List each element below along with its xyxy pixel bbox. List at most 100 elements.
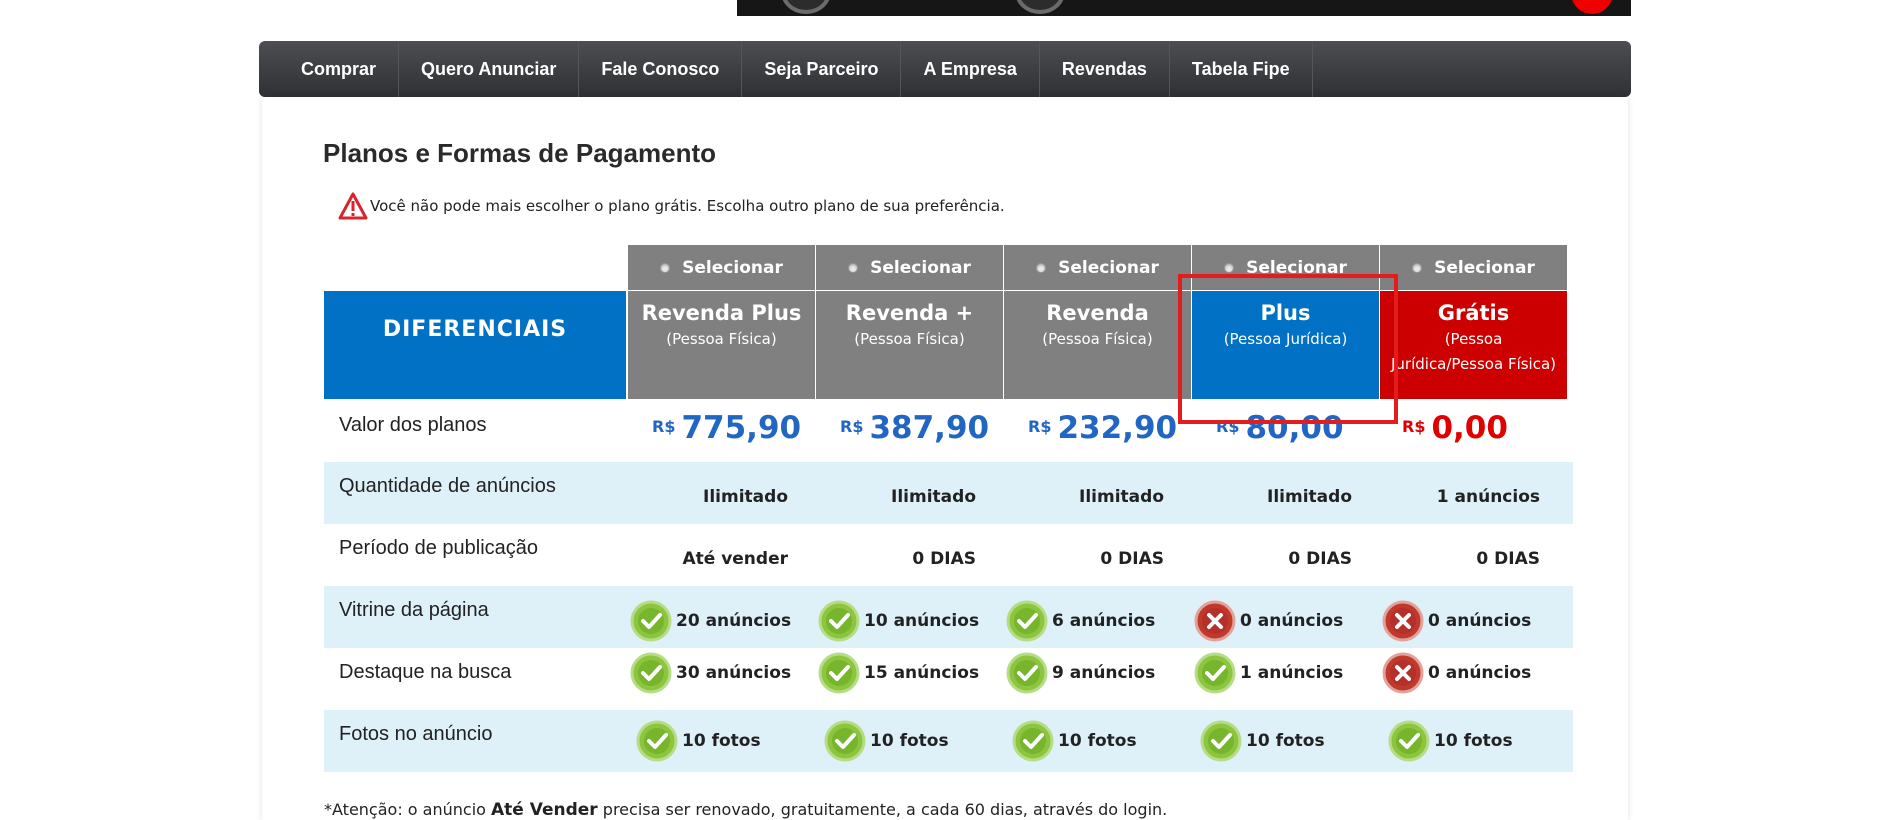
select-label: Selecionar xyxy=(870,257,971,278)
nav-seja-parceiro[interactable]: Seja Parceiro xyxy=(742,41,902,97)
cell-quantidade: 1 anúncios xyxy=(1436,487,1540,507)
check-icon xyxy=(818,652,860,694)
cell-text: 0 anúncios xyxy=(1428,663,1532,683)
cell-periodo: 0 DIAS xyxy=(1288,549,1352,569)
cell-quantidade: Ilimitado xyxy=(703,487,788,507)
cell-text: 0 anúncios xyxy=(1428,611,1532,631)
cell-text: 10 fotos xyxy=(1246,731,1325,751)
select-label: Selecionar xyxy=(1434,257,1535,278)
check-icon xyxy=(818,600,860,642)
check-icon xyxy=(1194,652,1236,694)
plan-name: Revenda + xyxy=(845,301,974,325)
plan-subtitle: (Pessoa Física) xyxy=(854,330,965,348)
plan-name: Revenda xyxy=(1046,301,1149,325)
cross-icon xyxy=(1382,600,1424,642)
top-banner-ad[interactable] xyxy=(737,0,1631,16)
cell-text: 10 fotos xyxy=(1434,731,1513,751)
check-icon xyxy=(824,720,866,762)
wheel-graphic xyxy=(781,0,831,14)
cell-vitrine: 6 anúncios xyxy=(1006,600,1155,642)
plan-price: R$ 232,90 xyxy=(1028,410,1177,446)
main-nav: Comprar Quero Anunciar Fale Conosco Seja… xyxy=(259,41,1631,97)
select-plan-2[interactable]: Selecionar xyxy=(1004,245,1191,290)
cell-fotos: 10 fotos xyxy=(1200,720,1325,762)
currency-symbol: R$ xyxy=(1028,417,1052,436)
cell-destaque: 15 anúncios xyxy=(818,652,979,694)
check-icon xyxy=(1200,720,1242,762)
cell-text: 15 anúncios xyxy=(864,663,980,683)
cell-destaque: 9 anúncios xyxy=(1006,652,1155,694)
banner-badge xyxy=(1571,0,1613,14)
cell-destaque: 0 anúncios xyxy=(1382,652,1531,694)
cell-vitrine: 0 anúncios xyxy=(1382,600,1531,642)
plan-header-2: Revenda (Pessoa Física) xyxy=(1004,291,1191,399)
cell-fotos: 10 fotos xyxy=(636,720,761,762)
plan-price: R$ 775,90 xyxy=(652,410,801,446)
check-icon xyxy=(1006,600,1048,642)
cell-text: 9 anúncios xyxy=(1052,663,1156,683)
cell-text: 10 fotos xyxy=(682,731,761,751)
nav-a-empresa[interactable]: A Empresa xyxy=(901,41,1040,97)
check-icon xyxy=(636,720,678,762)
cell-text: 20 anúncios xyxy=(676,611,792,631)
radio-button[interactable] xyxy=(848,262,859,273)
cell-vitrine: 20 anúncios xyxy=(630,600,791,642)
nav-comprar[interactable]: Comprar xyxy=(279,41,400,97)
select-plan-0[interactable]: Selecionar xyxy=(628,245,815,290)
plan-subtitle: (Pessoa Física) xyxy=(666,330,777,348)
row-label-quantidade: Quantidade de anúncios xyxy=(339,475,556,497)
footnote: *Atenção: o anúncio Até Vender precisa s… xyxy=(324,800,1168,820)
wheel-graphic xyxy=(1015,0,1065,14)
cell-periodo: 0 DIAS xyxy=(1476,549,1540,569)
plan-header-0: Revenda Plus (Pessoa Física) xyxy=(628,291,815,399)
cell-vitrine: 0 anúncios xyxy=(1194,600,1343,642)
cell-destaque: 1 anúncios xyxy=(1194,652,1343,694)
currency-symbol: R$ xyxy=(652,417,676,436)
cross-icon xyxy=(1194,600,1236,642)
plan-subtitle: (Pessoa Física) xyxy=(1042,330,1153,348)
cell-destaque: 30 anúncios xyxy=(630,652,791,694)
check-icon xyxy=(1388,720,1430,762)
cell-text: 6 anúncios xyxy=(1052,611,1156,631)
nav-quero-anunciar[interactable]: Quero Anunciar xyxy=(399,41,580,97)
plan-price: R$ 387,90 xyxy=(840,410,989,446)
warning-icon xyxy=(338,192,368,220)
plan-header-1: Revenda + (Pessoa Física) xyxy=(816,291,1003,399)
cell-periodo: 0 DIAS xyxy=(912,549,976,569)
cell-fotos: 10 fotos xyxy=(1012,720,1137,762)
cell-text: 10 anúncios xyxy=(864,611,980,631)
select-label: Selecionar xyxy=(682,257,783,278)
row-label-destaque: Destaque na busca xyxy=(339,661,512,683)
cross-icon xyxy=(1382,652,1424,694)
nav-revendas[interactable]: Revendas xyxy=(1040,41,1170,97)
currency-symbol: R$ xyxy=(1402,417,1426,436)
row-label-valor: Valor dos planos xyxy=(339,414,487,436)
currency-symbol: R$ xyxy=(840,417,864,436)
nav-tabela-fipe[interactable]: Tabela Fipe xyxy=(1170,41,1313,97)
page-title: Planos e Formas de Pagamento xyxy=(323,138,717,168)
cell-fotos: 10 fotos xyxy=(824,720,949,762)
price-value: 775,90 xyxy=(681,410,802,446)
price-value: 232,90 xyxy=(1057,410,1178,446)
cell-periodo: Até vender xyxy=(682,549,788,569)
warning-message: Você não pode mais escolher o plano grát… xyxy=(338,192,1005,220)
check-icon xyxy=(630,652,672,694)
radio-button[interactable] xyxy=(1036,262,1047,273)
row-label-fotos: Fotos no anúncio xyxy=(339,723,493,745)
warning-text: Você não pode mais escolher o plano grát… xyxy=(370,197,1005,215)
radio-button[interactable] xyxy=(1412,262,1423,273)
differentials-header: DIFERENCIAIS xyxy=(324,291,626,399)
radio-button[interactable] xyxy=(660,262,671,273)
plan-name: Grátis xyxy=(1437,301,1510,325)
plan-name: Revenda Plus xyxy=(641,301,802,325)
cell-text: 10 fotos xyxy=(1058,731,1137,751)
nav-fale-conosco[interactable]: Fale Conosco xyxy=(579,41,743,97)
cell-text: 10 fotos xyxy=(870,731,949,751)
select-plan-1[interactable]: Selecionar xyxy=(816,245,1003,290)
cell-text: 0 anúncios xyxy=(1240,611,1344,631)
cell-fotos: 10 fotos xyxy=(1388,720,1513,762)
select-plan-4[interactable]: Selecionar xyxy=(1380,245,1567,290)
row-label-vitrine: Vitrine da página xyxy=(339,599,489,621)
cell-quantidade: Ilimitado xyxy=(1267,487,1352,507)
radio-button[interactable] xyxy=(1224,262,1235,273)
